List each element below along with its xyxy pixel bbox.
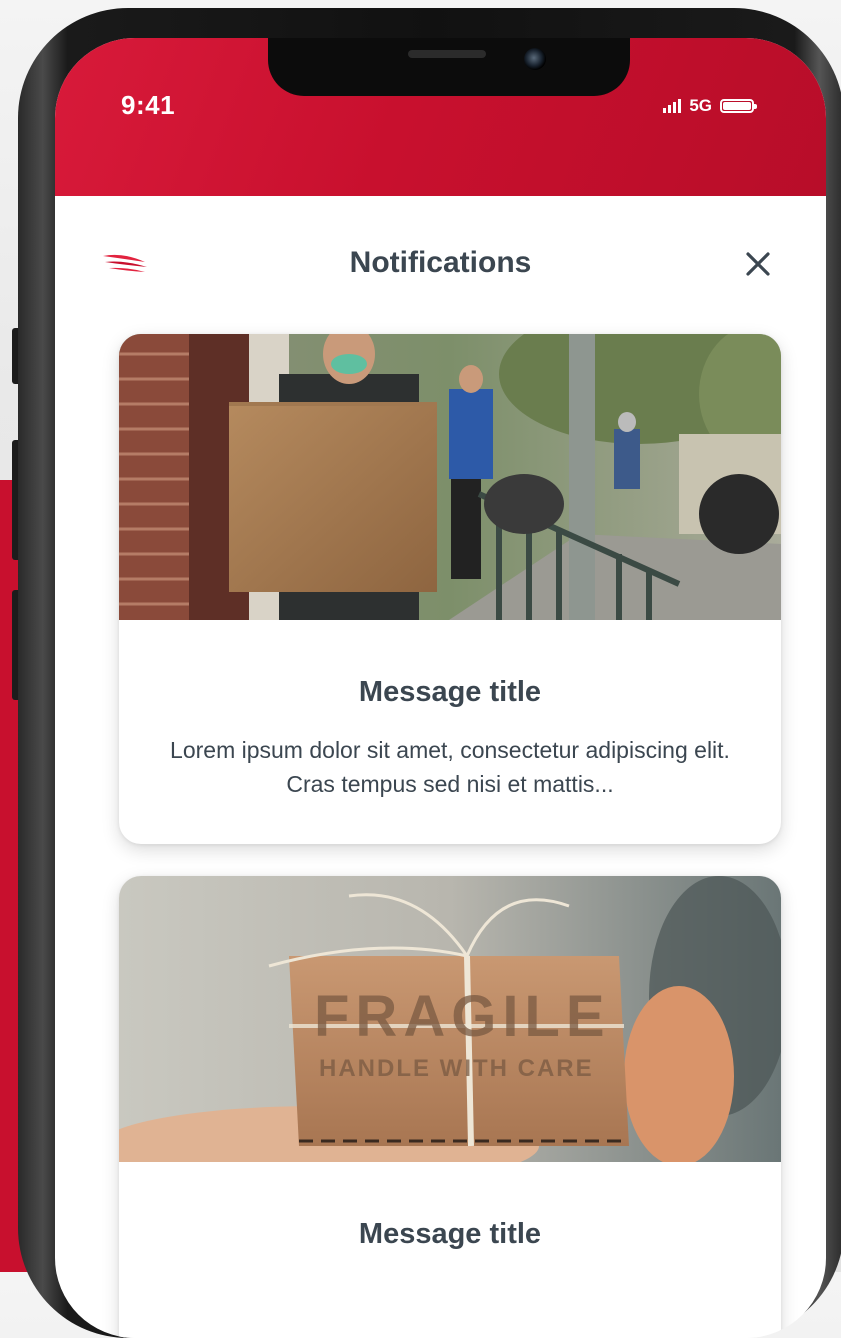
- status-time: 9:41: [121, 90, 176, 120]
- svg-text:HANDLE WITH CARE: HANDLE WITH CARE: [319, 1055, 594, 1082]
- notch: [268, 38, 630, 96]
- svg-text:FRAGILE: FRAGILE: [314, 984, 611, 1049]
- battery-icon: [720, 99, 757, 113]
- front-camera: [524, 48, 546, 70]
- page-title: Notifications: [349, 246, 532, 279]
- phone-screen: 9:41 5G Notifications Message title Lore…: [55, 38, 826, 1338]
- close-icon[interactable]: [738, 244, 778, 284]
- app-header: Notifications: [55, 238, 826, 298]
- notification-image-fragile-parcel: FRAGILE HANDLE WITH CARE: [119, 876, 781, 1162]
- speaker-grille: [408, 50, 486, 58]
- signal-icon: [663, 99, 682, 113]
- status-indicators: 5G: [663, 96, 757, 116]
- notification-body: Lorem ipsum dolor sit amet, consectetur …: [170, 737, 730, 797]
- notification-title: Message title: [358, 676, 542, 708]
- status-bar: 9:41 5G: [55, 38, 826, 196]
- phone-frame: 9:41 5G Notifications Message title Lore…: [18, 8, 841, 1338]
- notification-image-delivery: [119, 334, 781, 620]
- notification-card[interactable]: Message title Lorem ipsum dolor sit amet…: [119, 334, 781, 844]
- notification-card[interactable]: FRAGILE HANDLE WITH CARE Message title: [119, 876, 781, 1338]
- network-label: 5G: [689, 96, 712, 115]
- notification-title: Message title: [358, 1218, 542, 1250]
